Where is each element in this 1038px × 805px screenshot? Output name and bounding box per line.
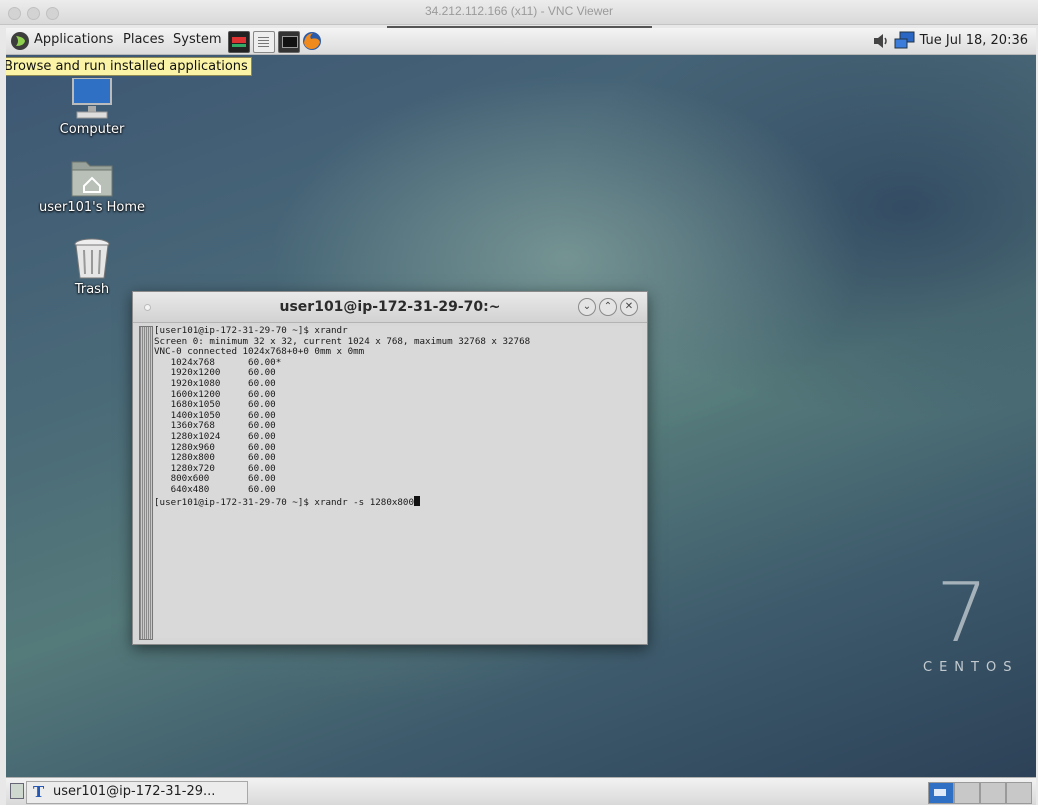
minimize-button[interactable]: ⌄ xyxy=(578,298,596,316)
terminal-line: 1024x768 60.00* xyxy=(154,356,282,368)
terminal-line: 640x480 60.00 xyxy=(154,483,276,495)
computer-icon xyxy=(72,78,112,119)
firefox-icon[interactable] xyxy=(302,31,322,51)
trash-icon xyxy=(74,238,110,279)
top-panel: Applications Places System Tue Jul 18, 2… xyxy=(6,28,1036,55)
terminal-line: 800x600 60.00 xyxy=(154,473,276,485)
show-desktop-icon[interactable] xyxy=(10,783,24,799)
network-icon[interactable] xyxy=(894,31,916,51)
workspace-4[interactable] xyxy=(1006,782,1032,804)
gnome-foot-icon xyxy=(11,32,29,50)
terminal-line: 1680x1050 60.00 xyxy=(154,399,276,411)
applications-menu[interactable]: Applications xyxy=(34,32,113,47)
remote-desktop: Applications Places System Tue Jul 18, 2… xyxy=(6,28,1036,805)
workspace-1[interactable] xyxy=(928,782,954,804)
terminal-window[interactable]: user101@ip-172-31-29-70:~ ⌄ ⌃ ✕ [user101… xyxy=(132,291,648,645)
system-menu[interactable]: System xyxy=(173,32,221,47)
vnc-window-title: 34.212.112.166 (x11) - VNC Viewer xyxy=(424,4,614,18)
terminal-line: 1400x1050 60.00 xyxy=(154,409,276,421)
volume-icon[interactable] xyxy=(872,32,890,50)
terminal-line: 1280x720 60.00 xyxy=(154,462,276,474)
terminal-titlebar[interactable]: user101@ip-172-31-29-70:~ ⌄ ⌃ ✕ xyxy=(133,292,647,323)
terminal-text: [user101@ip-172-31-29-70 ~]$ xrandr Scre… xyxy=(154,325,642,496)
terminal-line: 1920x1080 60.00 xyxy=(154,377,276,389)
terminal-line: [user101@ip-172-31-29-70 ~]$ xrandr xyxy=(154,325,348,336)
desktop-icon-computer[interactable]: Computer xyxy=(32,78,152,137)
desktop-icon-home[interactable]: user101's Home xyxy=(32,156,152,215)
system-monitor-icon[interactable] xyxy=(228,31,250,53)
terminal-line: 1280x800 60.00 xyxy=(154,452,276,464)
applications-tooltip: Browse and run installed applications xyxy=(6,57,252,76)
centos-seven-logo: 7 xyxy=(936,566,989,661)
terminal-line: 1920x1200 60.00 xyxy=(154,367,276,379)
terminal-line: VNC-0 connected 1024x768+0+0 0mm x 0mm xyxy=(154,346,365,358)
text-editor-icon[interactable] xyxy=(253,31,275,53)
text-cursor xyxy=(413,495,420,506)
home-folder-icon xyxy=(71,161,113,197)
command-line: [user101@ip-172-31-29-70 ~]$ xrandr -s 1… xyxy=(154,496,414,508)
taskbar-item-terminal[interactable]: T user101@ip-172-31-29... xyxy=(26,781,248,804)
terminal-line: Screen 0: minimum 32 x 32, current 1024 … xyxy=(154,335,531,347)
terminal-line: 1280x960 60.00 xyxy=(154,441,276,453)
taskbar-item-label: user101@ip-172-31-29... xyxy=(53,784,216,799)
maximize-button[interactable]: ⌃ xyxy=(599,298,617,316)
terminal-task-icon: T xyxy=(33,783,45,801)
terminal-line: 1600x1200 60.00 xyxy=(154,388,276,400)
desktop-icon-label: Computer xyxy=(59,122,125,137)
terminal-output[interactable]: [user101@ip-172-31-29-70 ~]$ xrandr Scre… xyxy=(154,325,642,638)
desktop-icon-trash[interactable]: Trash xyxy=(32,236,152,297)
terminal-icon[interactable] xyxy=(278,31,300,53)
centos-wordmark: CENTOS xyxy=(923,660,1019,675)
terminal-prompt[interactable]: [user101@ip-172-31-29-70 ~]$ xrandr -s 1… xyxy=(154,495,642,509)
desktop-icon-label: user101's Home xyxy=(38,200,146,215)
bottom-panel: T user101@ip-172-31-29... xyxy=(6,777,1036,805)
close-button[interactable]: ✕ xyxy=(620,298,638,316)
workspace-3[interactable] xyxy=(980,782,1006,804)
terminal-line: 1280x1024 60.00 xyxy=(154,430,276,442)
places-menu[interactable]: Places xyxy=(123,32,164,47)
terminal-line: 1360x768 60.00 xyxy=(154,420,276,432)
workspace-2[interactable] xyxy=(954,782,980,804)
terminal-scrollbar[interactable] xyxy=(139,326,153,640)
vnc-titlebar: 34.212.112.166 (x11) - VNC Viewer xyxy=(0,0,1038,25)
terminal-title: user101@ip-172-31-29-70:~ xyxy=(279,299,501,315)
clock[interactable]: Tue Jul 18, 20:36 xyxy=(920,33,1028,48)
